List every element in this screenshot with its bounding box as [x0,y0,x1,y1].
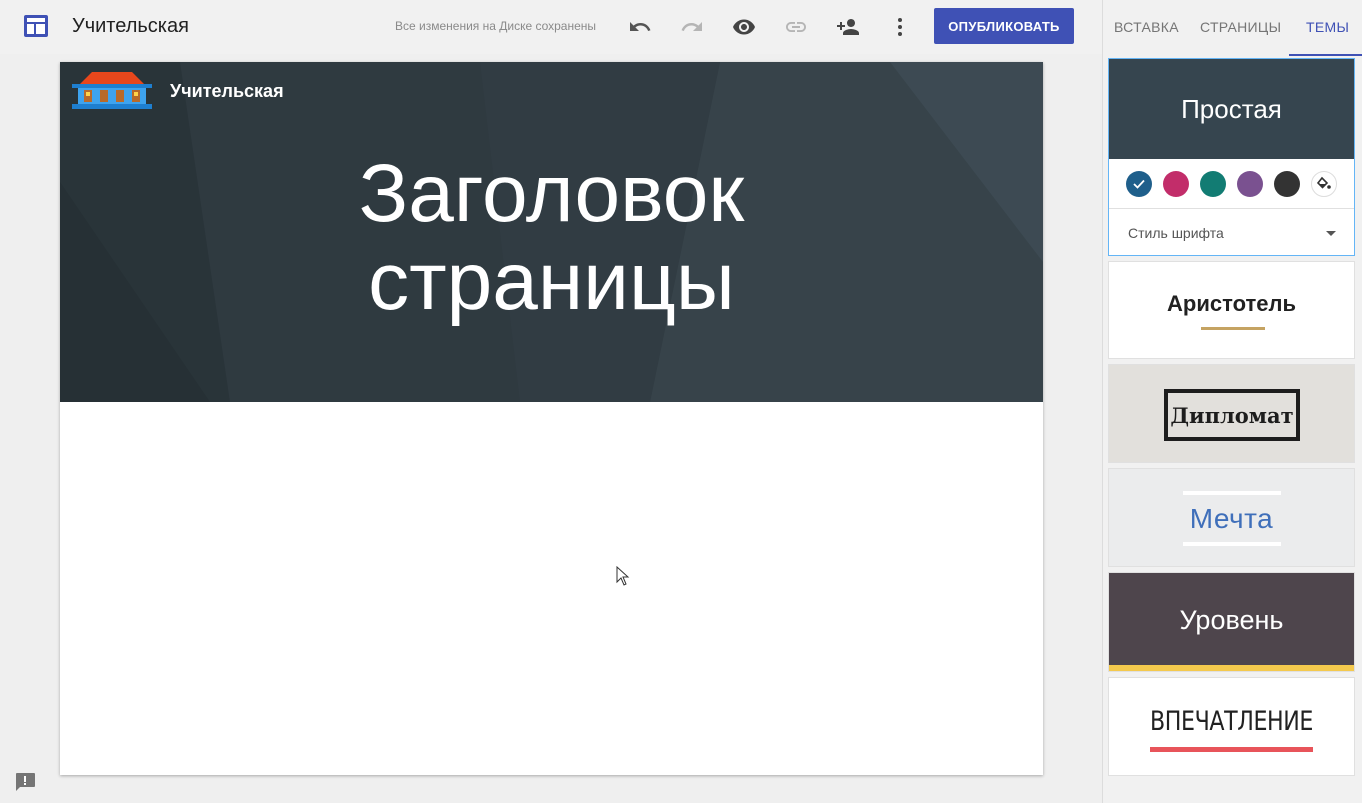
dropdown-arrow-icon[interactable] [1326,231,1336,236]
page-title-line2: страницы [368,236,735,327]
link-icon[interactable] [783,14,809,40]
theme-diplomat[interactable]: Дипломат [1108,364,1355,463]
banner-site-name[interactable]: Учительская [170,81,284,102]
preview-icon[interactable] [731,14,757,40]
theme-mechta[interactable]: Мечта [1108,468,1355,567]
active-tab-indicator [1289,54,1362,56]
site-logo[interactable] [72,70,152,110]
swatch-pink[interactable] [1163,171,1189,197]
swatch-blue[interactable] [1126,171,1152,197]
right-sidebar: ВСТАВКА СТРАНИЦЫ ТЕМЫ Простая Стиль шриф… [1102,0,1362,803]
theme-aristotel-label: Аристотель [1167,291,1296,316]
theme-mechta-top-line [1183,491,1281,495]
theme-mechta-bottom-line [1183,542,1281,546]
header-banner[interactable]: Учительская Заголовок страницы [60,62,1043,402]
theme-simple-label[interactable]: Простая [1109,59,1354,159]
tab-themes[interactable]: ТЕМЫ [1306,19,1349,35]
site-title[interactable]: Учительская [72,15,189,38]
save-status: Все изменения на Диске сохранены [395,19,597,33]
feedback-icon[interactable] [14,772,36,792]
theme-vpechatlenie[interactable]: ВПЕЧАТЛЕНИЕ [1108,677,1355,776]
page-title-line1: Заголовок [358,148,745,239]
undo-icon[interactable] [627,14,653,40]
sidebar-tabs: ВСТАВКА СТРАНИЦЫ ТЕМЫ [1103,0,1362,56]
swatch-purple[interactable] [1237,171,1263,197]
theme-uroven-stripe [1109,665,1354,671]
swatch-black[interactable] [1274,171,1300,197]
theme-vpechatlenie-underline [1150,747,1313,752]
theme-aristotel[interactable]: Аристотель [1108,261,1355,359]
font-style-dropdown[interactable]: Стиль шрифта [1128,225,1224,241]
page-canvas[interactable]: Учительская Заголовок страницы [60,62,1043,775]
theme-uroven-label: Уровень [1179,605,1284,635]
mouse-cursor-icon [616,565,630,591]
more-icon[interactable] [887,14,913,40]
theme-aristotel-underline [1201,327,1265,330]
sites-logo-icon[interactable] [24,15,48,37]
custom-color-fill-icon[interactable] [1311,171,1337,197]
theme-diplomat-label: Дипломат [1164,389,1300,441]
check-icon [1133,179,1145,189]
color-swatches [1109,159,1354,209]
redo-icon[interactable] [679,14,705,40]
publish-button[interactable]: ОПУБЛИКОВАТЬ [934,8,1074,44]
theme-uroven[interactable]: Уровень [1108,572,1355,672]
theme-simple[interactable]: Простая Стиль шрифта [1108,58,1355,256]
sidebar-scrollbar[interactable] [1355,58,1361,798]
page-title[interactable]: Заголовок страницы [60,150,1043,326]
tab-insert[interactable]: ВСТАВКА [1114,19,1179,35]
theme-vpechatlenie-label: ВПЕЧАТЛЕНИЕ [1149,706,1314,737]
tab-pages[interactable]: СТРАНИЦЫ [1200,19,1281,35]
share-icon[interactable] [835,14,861,40]
top-bar: Учительская Все изменения на Диске сохра… [0,0,1102,54]
swatch-teal[interactable] [1200,171,1226,197]
theme-mechta-label: Мечта [1189,503,1274,534]
